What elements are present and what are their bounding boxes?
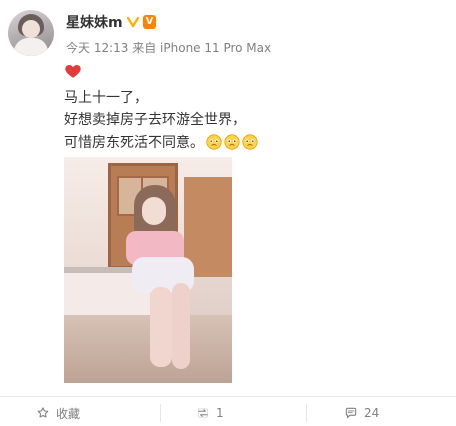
photo-subject-face xyxy=(142,197,166,225)
v-icon[interactable] xyxy=(126,16,139,28)
post-meta: 今天 12:13 来自 iPhone 11 Pro Max xyxy=(66,39,271,56)
actions-separator xyxy=(306,404,307,422)
actions-separator xyxy=(160,404,161,422)
level-badge-label: V xyxy=(145,16,154,27)
favorite-button[interactable]: 收藏 xyxy=(36,404,80,422)
author-row: 星妹妹m V xyxy=(66,12,157,32)
post-text-line: 马上十一了， xyxy=(64,90,148,106)
post-source[interactable]: 来自 iPhone 11 Pro Max xyxy=(132,41,271,55)
pleading-face-icon xyxy=(242,134,258,150)
avatar-face xyxy=(22,20,40,38)
avatar[interactable] xyxy=(8,10,54,56)
repost-icon xyxy=(197,408,209,418)
photo-subject-leg xyxy=(150,287,172,367)
author-name[interactable]: 星妹妹m xyxy=(66,12,123,32)
comment-count: 24 xyxy=(364,406,380,420)
avatar-body xyxy=(14,38,48,56)
photo-floor xyxy=(64,315,232,383)
comment-icon xyxy=(345,407,357,419)
post-text-line: 可惜房东死活不同意。 xyxy=(64,132,258,152)
post-image[interactable] xyxy=(64,157,232,383)
post-text-line: 好想卖掉房子去环游全世界， xyxy=(64,112,246,128)
post-text: 可惜房东死活不同意。 xyxy=(64,135,204,151)
photo-subject-leg xyxy=(172,283,190,369)
heart-icon xyxy=(64,62,82,80)
favorite-label: 收藏 xyxy=(56,406,81,421)
star-icon xyxy=(37,407,49,418)
actions-divider xyxy=(0,396,456,397)
pleading-face-icon xyxy=(224,134,240,150)
repost-button[interactable]: 1 xyxy=(196,404,224,422)
repost-count: 1 xyxy=(216,406,224,420)
pleading-face-icon xyxy=(206,134,222,150)
comment-button[interactable]: 24 xyxy=(344,404,379,422)
level-badge-icon[interactable]: V xyxy=(142,15,157,29)
post-time[interactable]: 今天 12:13 xyxy=(66,41,128,55)
